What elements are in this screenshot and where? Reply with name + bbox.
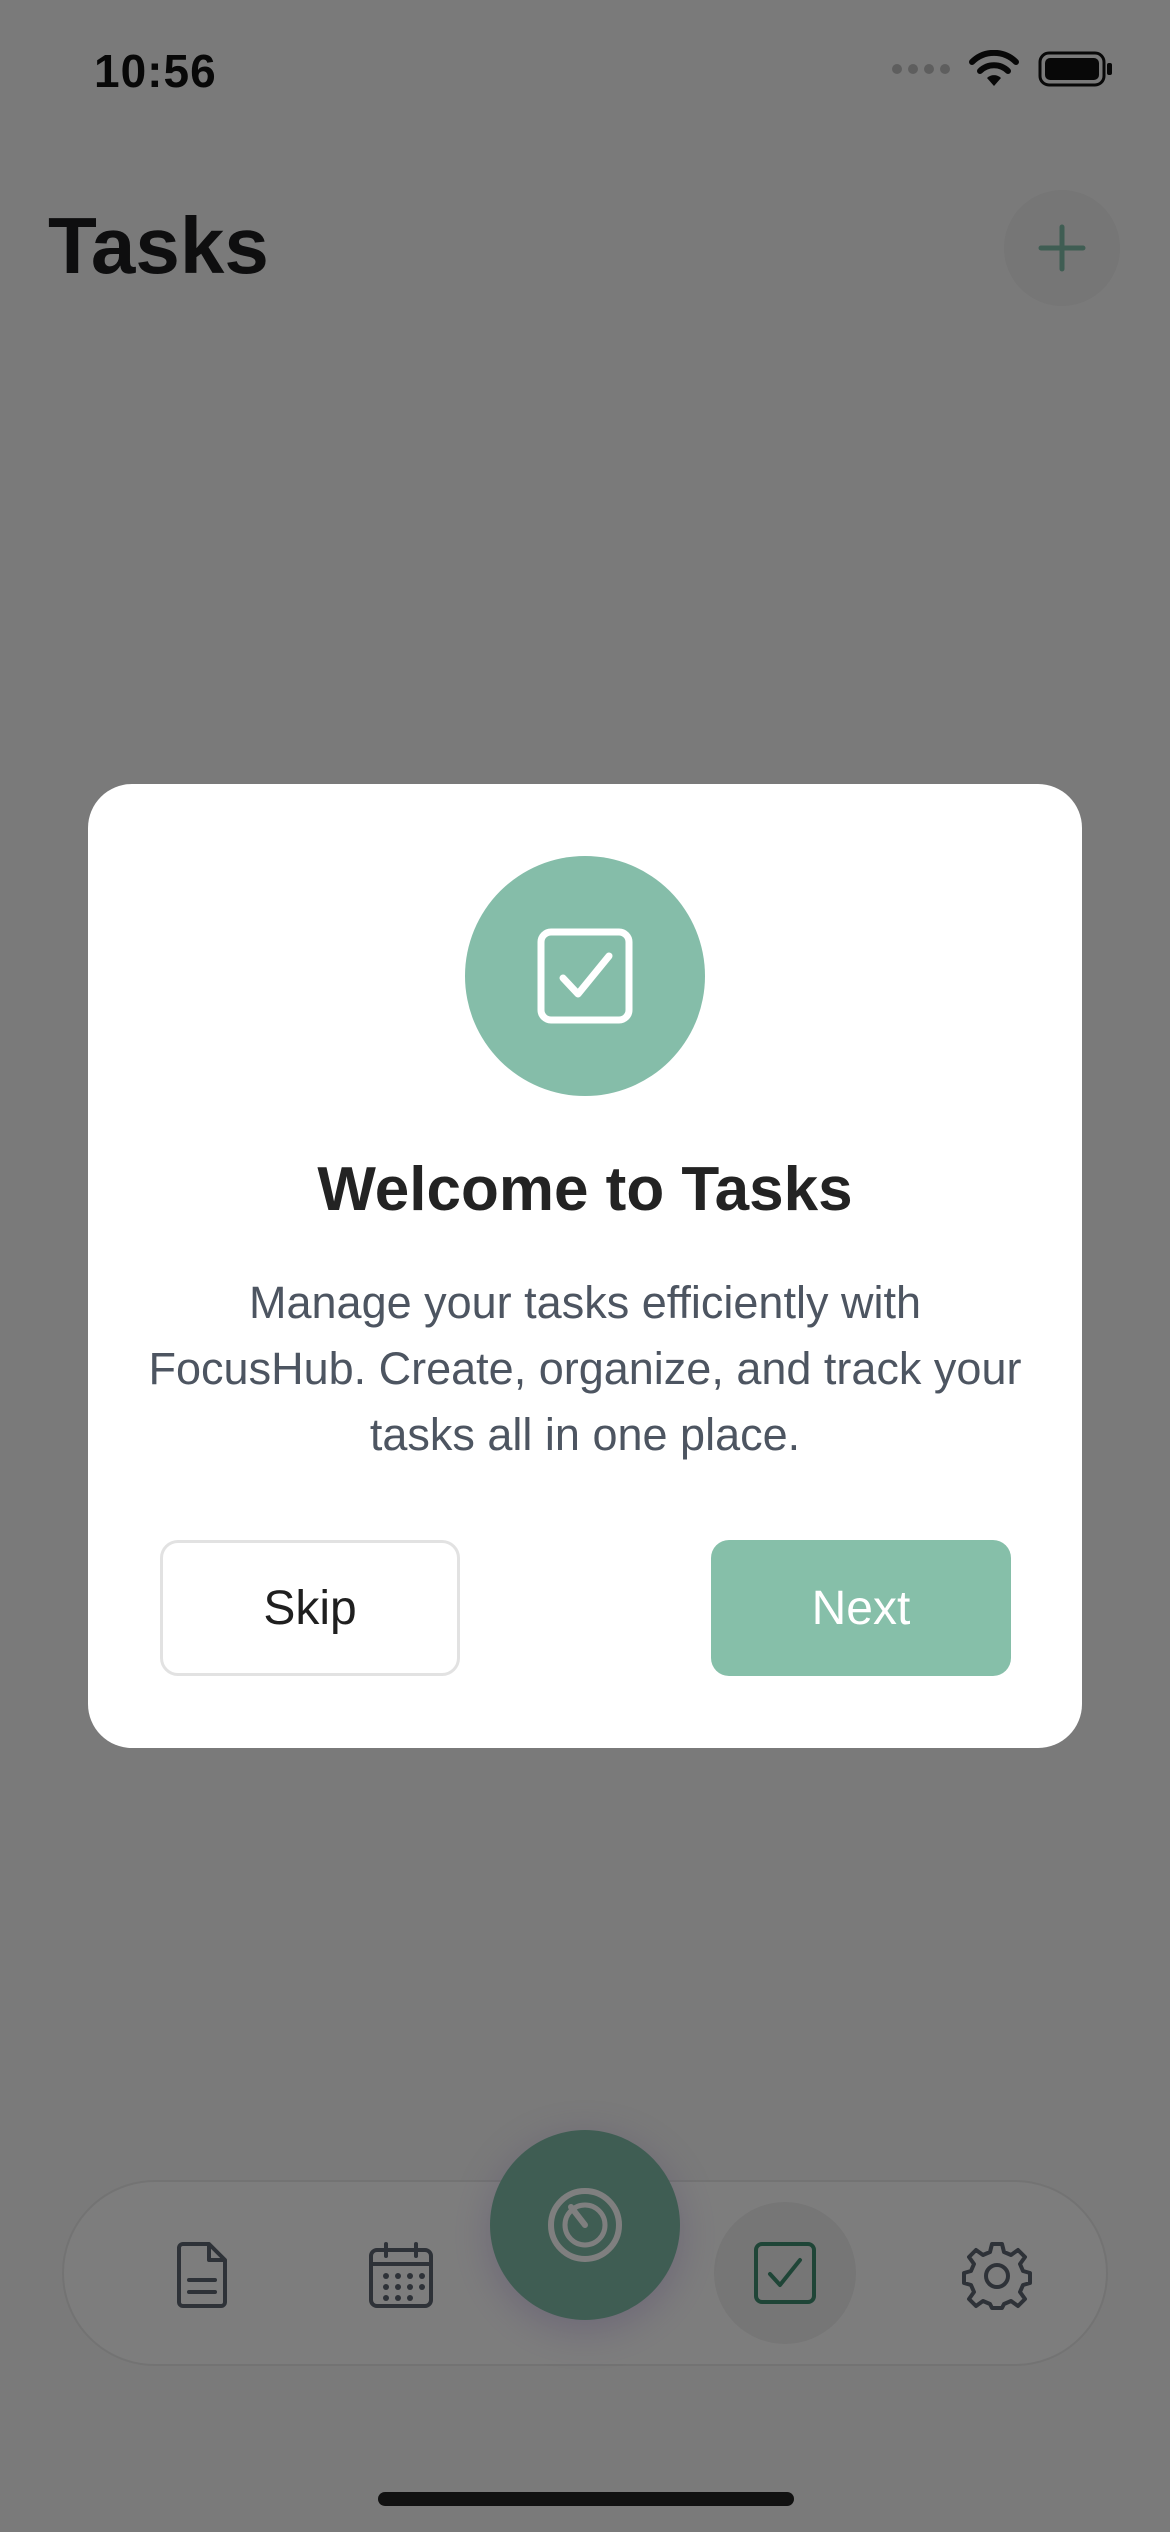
next-button[interactable]: Next: [711, 1540, 1011, 1676]
modal-title: Welcome to Tasks: [317, 1155, 853, 1224]
welcome-modal: Welcome to Tasks Manage your tasks effic…: [88, 784, 1082, 1748]
skip-button[interactable]: Skip: [160, 1540, 460, 1676]
home-indicator[interactable]: [378, 2492, 794, 2506]
modal-description: Manage your tasks efficiently with Focus…: [148, 1277, 1022, 1460]
checkbox-icon: [537, 928, 633, 1024]
modal-icon-badge: [465, 856, 705, 1096]
